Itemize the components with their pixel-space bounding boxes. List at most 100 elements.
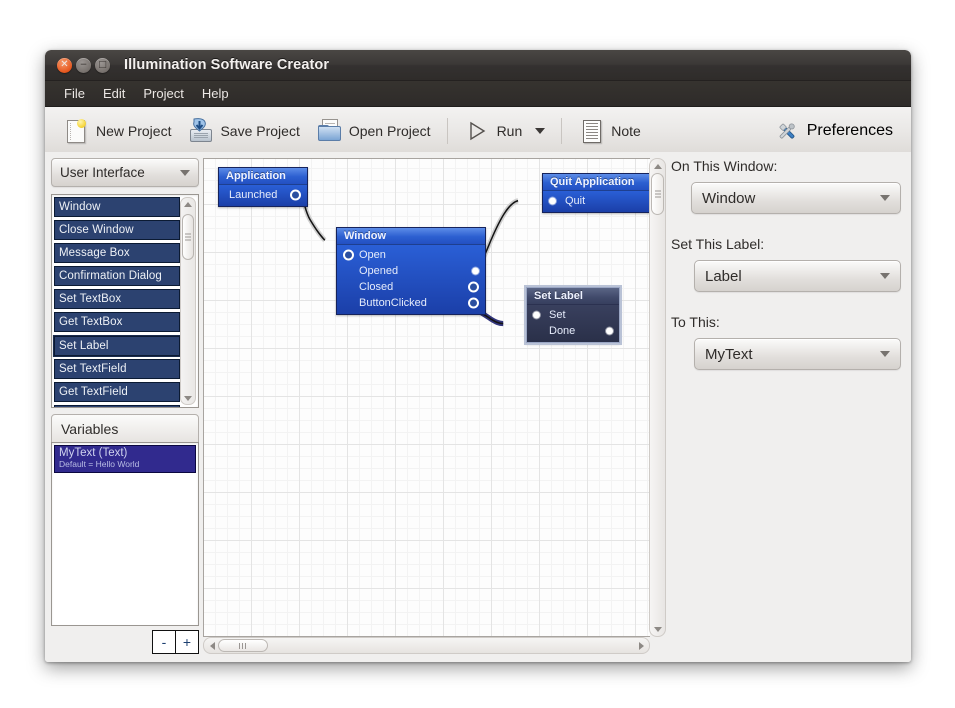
category-dropdown-value: User Interface — [60, 165, 145, 180]
grip-icon — [654, 190, 661, 198]
port-label: Open — [359, 249, 386, 261]
canvas-scrollbar-thumb[interactable] — [651, 173, 664, 215]
new-project-label: New Project — [96, 122, 172, 139]
block-list-item[interactable]: Confirmation Dialog — [54, 266, 180, 286]
zoom-in-button[interactable]: + — [175, 630, 199, 654]
variable-default: Default = Hello World — [59, 459, 140, 469]
chevron-down-icon[interactable] — [535, 127, 546, 134]
port-row[interactable]: ButtonClicked — [337, 295, 485, 311]
port-label: Opened — [359, 265, 399, 277]
chevron-down-icon — [880, 195, 890, 201]
close-icon: ✕ — [60, 59, 69, 70]
block-list-scrollbar[interactable] — [180, 197, 196, 405]
run-button[interactable]: Run — [456, 114, 554, 148]
block-list-item[interactable]: Window — [54, 197, 180, 217]
canvas-vertical-scrollbar[interactable] — [649, 158, 666, 637]
zoom-out-button[interactable]: - — [152, 630, 175, 654]
scroll-up-icon[interactable] — [181, 198, 195, 210]
port-connector-set[interactable] — [533, 311, 540, 319]
block-list-item[interactable]: Message Box — [54, 243, 180, 263]
chevron-down-icon — [880, 351, 890, 357]
menu-item-project[interactable]: Project — [134, 83, 192, 104]
canvas-scroll-down-icon[interactable] — [650, 623, 665, 635]
on-this-window-label: On This Window: — [671, 158, 778, 174]
node-quit-application[interactable]: Quit Application Quit — [542, 173, 650, 213]
preferences-button[interactable]: Preferences — [768, 114, 899, 148]
block-list-item[interactable]: Close Window — [54, 220, 180, 240]
port-connector-open[interactable] — [343, 249, 354, 261]
block-list-item[interactable]: Set TextField — [54, 359, 180, 379]
toolbar: New Project Save Project Open Project Ru… — [45, 107, 911, 155]
minimize-icon: − — [79, 59, 88, 70]
variable-name: MyText (Text) — [59, 447, 128, 459]
port-connector-opened[interactable] — [472, 267, 479, 275]
save-project-icon — [187, 117, 213, 144]
scroll-down-icon[interactable] — [181, 392, 195, 404]
port-row[interactable]: Quit — [543, 193, 650, 209]
node-ports: Set Done — [527, 305, 619, 342]
variable-item[interactable]: MyText (Text) Default = Hello World — [54, 445, 196, 473]
menu-item-edit[interactable]: Edit — [94, 83, 134, 104]
minimize-window-button[interactable]: − — [76, 57, 91, 73]
node-ports: Launched — [219, 185, 307, 206]
window-controls: ✕ − □ — [57, 57, 110, 73]
flow-canvas[interactable]: Application Launched Window Open Opened … — [203, 158, 650, 637]
node-title: Quit Application — [543, 174, 650, 191]
zoom-controls: - + — [152, 630, 199, 654]
scrollbar-thumb[interactable] — [182, 214, 194, 260]
node-title: Set Label — [527, 288, 619, 305]
canvas-scroll-right-icon[interactable] — [634, 638, 648, 653]
variables-list[interactable]: MyText (Text) Default = Hello World — [51, 442, 199, 626]
title-bar: ✕ − □ Illumination Software Creator — [45, 50, 911, 81]
close-window-button[interactable]: ✕ — [57, 57, 72, 73]
node-application[interactable]: Application Launched — [218, 167, 308, 207]
port-row[interactable]: Set — [527, 307, 619, 323]
block-list-item[interactable]: Get TextField — [54, 382, 180, 402]
canvas-hscrollbar-thumb[interactable] — [218, 639, 268, 652]
port-row[interactable]: Launched — [219, 187, 307, 203]
maximize-window-button[interactable]: □ — [95, 57, 110, 73]
port-connector-quit[interactable] — [549, 197, 556, 205]
main-body: User Interface Window Close Window Message… — [45, 152, 911, 662]
block-list-item[interactable]: Set Label — [53, 335, 181, 357]
port-connector-closed[interactable] — [468, 281, 479, 293]
port-row[interactable]: Closed — [337, 279, 485, 295]
canvas-area: Application Launched Window Open Opened … — [203, 158, 666, 654]
port-row[interactable]: Opened — [337, 263, 485, 279]
variables-header: Variables — [51, 414, 199, 444]
category-dropdown[interactable]: User Interface — [51, 158, 199, 187]
menu-item-help[interactable]: Help — [193, 83, 238, 104]
save-project-button[interactable]: Save Project — [179, 114, 307, 148]
canvas-scroll-up-icon[interactable] — [650, 160, 665, 172]
set-this-label-dropdown-wrap: Label — [694, 260, 901, 292]
block-list-item[interactable]: Set TextBox — [54, 289, 180, 309]
port-connector-buttonclicked[interactable] — [468, 297, 479, 309]
port-connector-launched[interactable] — [290, 189, 301, 201]
note-button[interactable]: Note — [570, 114, 649, 148]
open-project-button[interactable]: Open Project — [308, 114, 439, 148]
menu-item-file[interactable]: File — [55, 83, 94, 104]
new-project-button[interactable]: New Project — [55, 114, 179, 148]
node-ports: Open Opened Closed ButtonClicked — [337, 245, 485, 314]
to-this-dropdown[interactable]: MyText — [694, 338, 901, 370]
port-row[interactable]: Open — [337, 247, 485, 263]
set-this-label-dropdown[interactable]: Label — [694, 260, 901, 292]
grip-icon — [185, 233, 191, 241]
preferences-tools-icon — [774, 118, 800, 144]
block-list[interactable]: Window Close Window Message Box Confirmatio… — [51, 194, 199, 408]
canvas-scroll-left-icon[interactable] — [205, 638, 219, 653]
node-window[interactable]: Window Open Opened Closed ButtonClicked — [336, 227, 486, 315]
chevron-down-icon — [180, 169, 190, 176]
port-row[interactable]: Done — [527, 323, 619, 339]
toolbar-separator-2 — [561, 117, 563, 144]
port-connector-done[interactable] — [606, 327, 613, 335]
port-label: Quit — [565, 195, 586, 207]
canvas-horizontal-scrollbar[interactable] — [203, 637, 650, 654]
on-this-window-dropdown-wrap: Window — [691, 182, 901, 214]
node-title: Application — [219, 168, 307, 185]
node-set-label[interactable]: Set Label Set Done — [526, 287, 620, 343]
on-this-window-dropdown[interactable]: Window — [691, 182, 901, 214]
block-list-item[interactable]: Get TextBox — [54, 312, 180, 332]
block-list-item[interactable]: Set ProgressBar — [54, 405, 180, 407]
set-this-label-label: Set This Label: — [671, 236, 765, 252]
